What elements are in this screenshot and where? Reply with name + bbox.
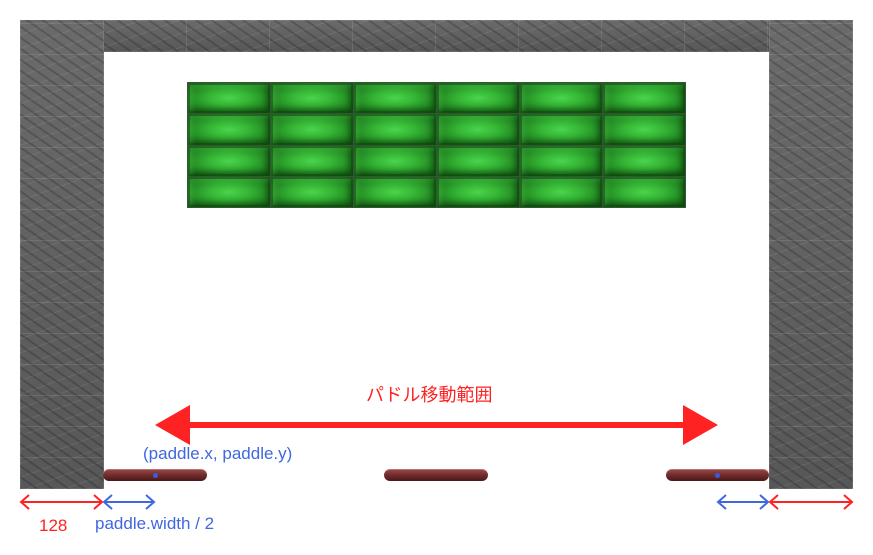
half-width-arrow-left (102, 494, 156, 510)
half-width-arrow-right (716, 494, 770, 510)
movement-range-label: パドル移動範囲 (366, 385, 493, 405)
annotation-arrows (19, 405, 854, 510)
movement-range-arrow (155, 405, 718, 445)
wall-width-arrow-right (768, 494, 854, 510)
wall-width-label: 128 (39, 516, 68, 535)
paddle-position-label: (paddle.x, paddle.y) (143, 444, 293, 463)
wall-width-arrow-left (19, 494, 104, 510)
paddle-half-width-label: paddle.width / 2 (95, 514, 215, 533)
